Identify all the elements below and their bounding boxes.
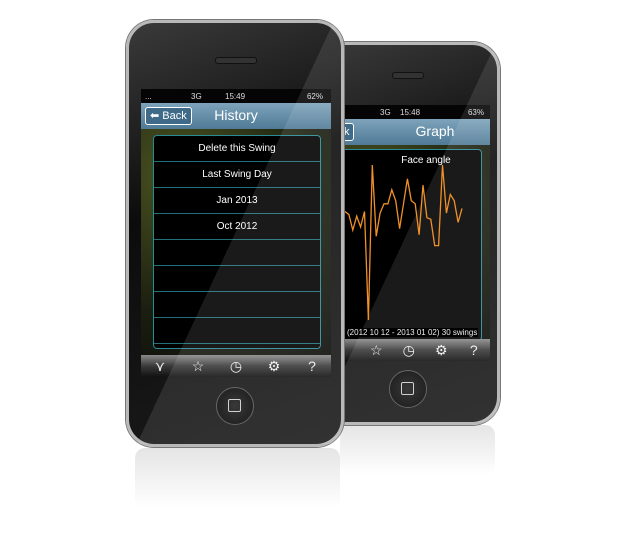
page-title: Graph: [415, 123, 455, 139]
list-item[interactable]: [154, 318, 320, 344]
chart-footer: (2012 10 12 - 2013 01 02) 30 swings: [346, 328, 479, 337]
chart-title: Face angle: [401, 155, 451, 166]
help-icon[interactable]: ?: [459, 342, 489, 358]
time: 15:49: [225, 92, 246, 101]
history-screen: ... 3G 15:49 62% ⬅ Back History Delete th…: [141, 89, 331, 377]
network: 3G: [191, 92, 202, 101]
swing-icon[interactable]: ⋎: [145, 358, 175, 375]
home-button[interactable]: [389, 370, 427, 408]
history-phone: ... 3G 15:49 62% ⬅ Back History Delete th…: [126, 20, 344, 447]
home-button[interactable]: [216, 387, 254, 425]
carrier: ...: [145, 92, 152, 101]
gear-icon[interactable]: ⚙: [259, 358, 289, 375]
star-icon[interactable]: ☆: [361, 342, 391, 359]
network: 3G: [380, 108, 391, 117]
speaker: [392, 72, 424, 79]
history-list: Delete this Swing Last Swing Day Jan 2013 O…: [153, 135, 321, 349]
page-title: History: [214, 107, 258, 123]
list-item[interactable]: [154, 266, 320, 292]
clock-icon[interactable]: ◷: [394, 342, 424, 359]
list-item[interactable]: Delete this Swing: [154, 136, 320, 162]
battery: 62%: [306, 92, 323, 101]
list-item[interactable]: Oct 2012: [154, 214, 320, 240]
list-item[interactable]: Jan 2013: [154, 188, 320, 214]
gear-icon[interactable]: ⚙: [426, 342, 456, 359]
star-icon[interactable]: ☆: [183, 358, 213, 375]
list-item[interactable]: [154, 240, 320, 266]
list-item[interactable]: [154, 292, 320, 318]
help-icon[interactable]: ?: [297, 358, 327, 374]
speaker: [215, 57, 257, 64]
time: 15:48: [400, 108, 421, 117]
list-item[interactable]: Last Swing Day: [154, 162, 320, 188]
chart-panel: Face angle: [340, 149, 482, 341]
battery: 63%: [467, 108, 484, 117]
clock-icon[interactable]: ◷: [221, 358, 251, 375]
list-item[interactable]: [154, 344, 320, 348]
graph-screen: 3G15:4863% BackGraph Face angle ☆◷⚙?: [340, 105, 490, 361]
